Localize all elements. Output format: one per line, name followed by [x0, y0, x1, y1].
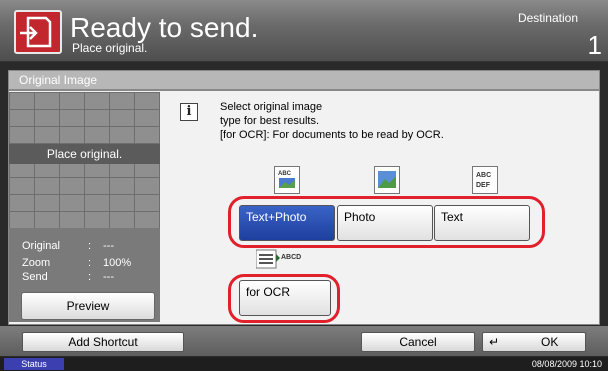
text-photo-button[interactable]: Text+Photo	[239, 205, 335, 241]
destination-label: Destination	[517, 11, 578, 25]
status-bar	[0, 357, 608, 371]
photo-button[interactable]: Photo	[337, 205, 433, 241]
status-button[interactable]: Status	[4, 358, 64, 370]
page-title: Ready to send.	[70, 12, 259, 43]
message-line-2: type for best results.	[220, 115, 320, 127]
ok-button[interactable]: ↵ OK	[482, 332, 586, 352]
ocr-icon: ABCD	[255, 248, 320, 270]
text-icon: ABC DEF	[472, 166, 498, 194]
info-colon: :	[88, 271, 92, 283]
photo-icon	[374, 166, 400, 194]
add-shortcut-button[interactable]: Add Shortcut	[22, 332, 184, 352]
message-line-1: Select original image	[220, 101, 323, 113]
svg-text:DEF: DEF	[476, 182, 491, 189]
info-value-send: ---	[103, 271, 114, 283]
destination-count: 1	[587, 30, 602, 60]
info-value-original: ---	[103, 240, 114, 252]
info-label-zoom: Zoom	[22, 257, 51, 269]
for-ocr-button[interactable]: for OCR	[239, 280, 331, 316]
preview-button[interactable]: Preview	[21, 292, 155, 320]
section-title: Original Image	[19, 73, 98, 87]
header: Ready to send. Place original. Destinati…	[0, 0, 608, 62]
svg-text:ABCD: ABCD	[281, 254, 301, 261]
svg-text:ABC: ABC	[278, 171, 292, 177]
enter-icon: ↵	[489, 335, 500, 349]
svg-text:ABC: ABC	[476, 172, 491, 179]
info-icon: i	[180, 103, 198, 121]
text-button[interactable]: Text	[434, 205, 530, 241]
text-photo-icon: ABC	[274, 166, 300, 194]
info-colon: :	[88, 257, 92, 269]
place-original-text: Place original.	[46, 147, 123, 161]
cancel-button[interactable]: Cancel	[361, 332, 475, 352]
info-colon: :	[88, 240, 92, 252]
info-label-original: Original	[22, 240, 60, 252]
info-value-zoom: 100%	[103, 257, 132, 269]
screen: Ready to send. Place original. Destinati…	[0, 0, 608, 371]
info-label-send: Send	[22, 271, 48, 283]
datetime: 08/08/2009 10:10	[531, 359, 602, 369]
send-icon	[14, 10, 62, 54]
page-subtitle: Place original.	[72, 41, 148, 55]
section-header: Original Image	[8, 70, 600, 90]
message-line-3: [for OCR]: For documents to be read by O…	[220, 129, 444, 141]
ok-label: OK	[541, 335, 559, 349]
